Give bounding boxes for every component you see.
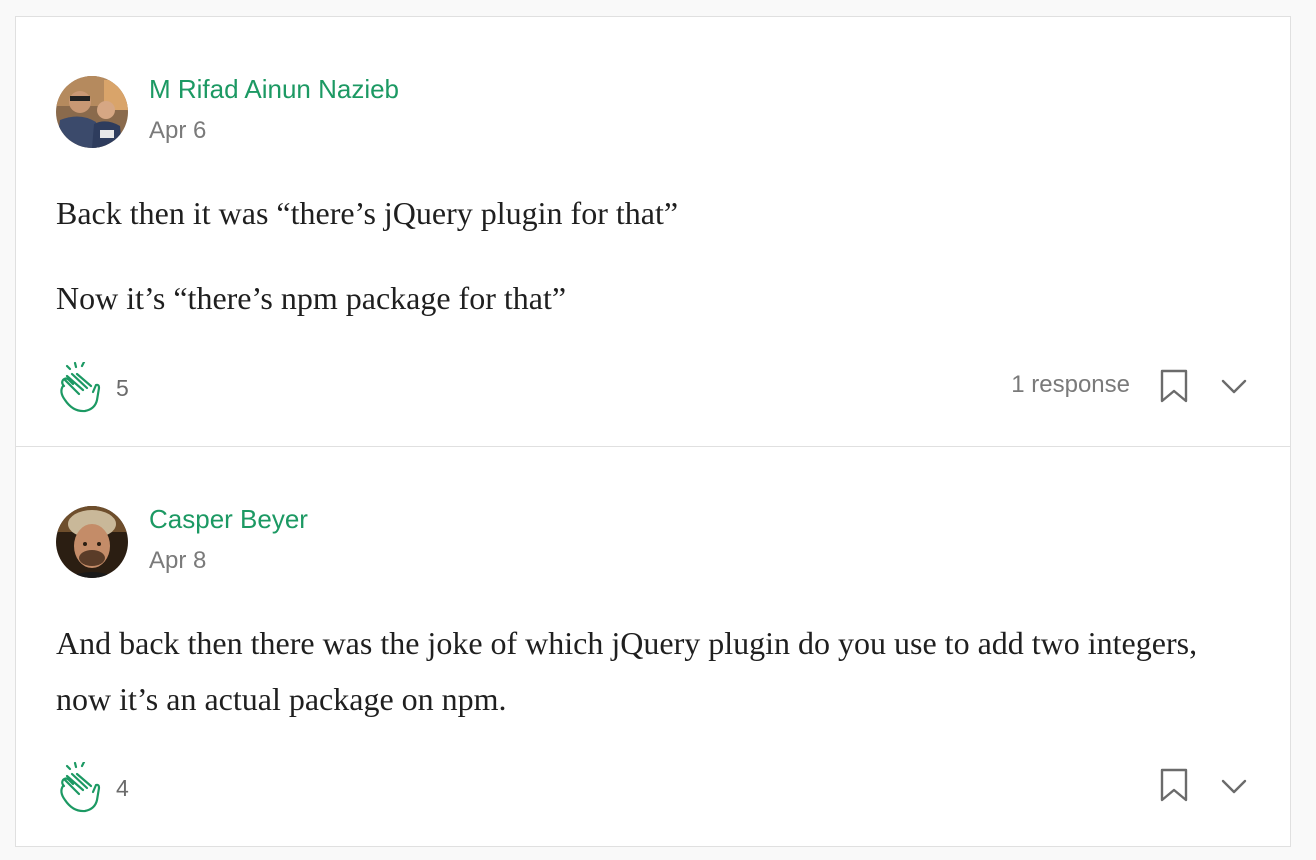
comments-page: M Rifad Ainun Nazieb Apr 6 Back then it … <box>0 0 1316 860</box>
clap-count: 4 <box>116 775 129 801</box>
bookmark-icon[interactable] <box>1159 368 1189 404</box>
comment-date[interactable]: Apr 8 <box>149 547 206 575</box>
comment-card: M Rifad Ainun Nazieb Apr 6 Back then it … <box>15 16 1291 447</box>
clap-icon[interactable] <box>53 760 105 816</box>
avatar-image <box>56 506 128 578</box>
author-name[interactable]: Casper Beyer <box>149 504 308 535</box>
comment-paragraph: Back then it was “there’s jQuery plugin … <box>56 195 679 231</box>
chevron-down-icon[interactable] <box>1219 774 1249 798</box>
avatar-image <box>56 76 128 148</box>
bookmark-icon[interactable] <box>1159 767 1189 803</box>
comment-date[interactable]: Apr 6 <box>149 117 206 145</box>
chevron-down-icon[interactable] <box>1219 374 1249 398</box>
comment-paragraph: And back then there was the joke of whic… <box>56 625 1198 717</box>
clap-icon[interactable] <box>53 360 105 416</box>
responses-link[interactable]: 1 response <box>1011 371 1130 399</box>
author-avatar[interactable] <box>56 506 128 578</box>
comment-paragraph: Now it’s “there’s npm package for that” <box>56 280 567 316</box>
clap-count: 5 <box>116 375 129 401</box>
author-avatar[interactable] <box>56 76 128 148</box>
comment-card: Casper Beyer Apr 8 And back then there w… <box>15 446 1291 847</box>
author-name[interactable]: M Rifad Ainun Nazieb <box>149 74 399 105</box>
